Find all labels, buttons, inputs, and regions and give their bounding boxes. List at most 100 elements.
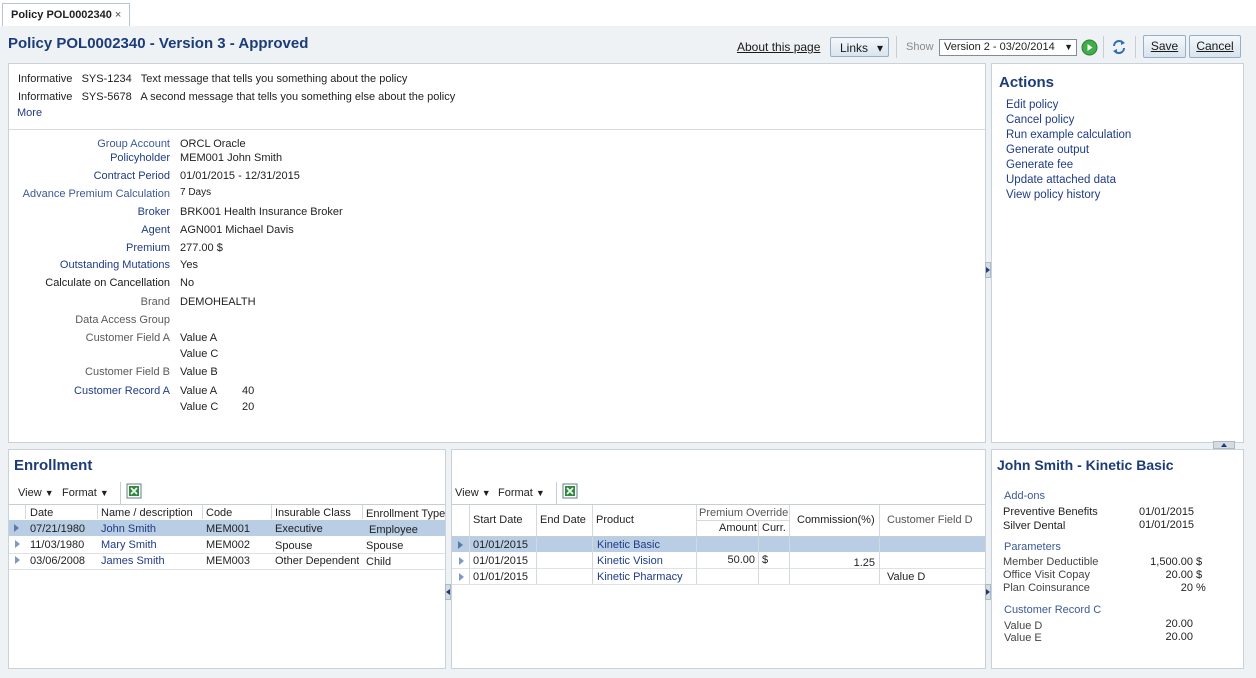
tab-close-icon[interactable]: ×	[115, 9, 121, 21]
show-label: Show	[906, 41, 934, 53]
col-header-customer-field-d[interactable]: Customer Field D	[887, 514, 973, 526]
refresh-icon[interactable]	[1110, 38, 1128, 56]
col-header-product[interactable]: Product	[596, 514, 634, 526]
premium-label[interactable]: Premium	[10, 242, 170, 254]
param-name: Office Visit Copay	[1003, 569, 1091, 581]
divider	[789, 537, 790, 584]
row-expand-icon[interactable]	[459, 573, 464, 581]
calculate-cancellation-label: Calculate on Cancellation	[45, 277, 170, 289]
message-level: Informative	[18, 73, 73, 85]
view-label: View	[18, 487, 42, 499]
enrollment-name-link[interactable]: James Smith	[101, 555, 165, 567]
col-header-amount[interactable]: Amount	[719, 522, 757, 534]
divider	[271, 505, 272, 519]
record-c-value: 20.00	[1165, 618, 1193, 630]
message-code: SYS-5678	[81, 91, 132, 103]
enrollment-class: Spouse	[275, 540, 313, 552]
calculate-cancellation-value: No	[180, 277, 195, 289]
cancel-button[interactable]: Cancel	[1189, 35, 1241, 58]
contract-period-label[interactable]: Contract Period	[10, 170, 170, 182]
action-view-policy-history[interactable]: View policy history	[1006, 189, 1100, 201]
save-button[interactable]: Save	[1143, 35, 1186, 58]
param-value: 20	[1180, 582, 1193, 594]
customer-record-a-key: Value A	[180, 385, 218, 397]
agent-value: AGN001 Michael Davis	[180, 224, 294, 236]
page-title: Policy POL0002340 - Version 3 - Approved	[8, 35, 309, 52]
product-link[interactable]: Kinetic Vision	[597, 555, 663, 567]
enrollment-name-link[interactable]: John Smith	[101, 523, 156, 535]
enrollment-code: MEM003	[206, 555, 251, 567]
col-header-name[interactable]: Name / description	[101, 507, 193, 519]
enrollment-class: Executive	[275, 523, 323, 535]
tab-policy[interactable]: Policy POL0002340 ×	[2, 3, 131, 26]
action-edit-policy[interactable]: Edit policy	[1006, 99, 1058, 111]
param-name: Plan Coinsurance	[1003, 582, 1090, 594]
record-c-name: Value D	[1004, 620, 1043, 632]
broker-label[interactable]: Broker	[10, 206, 170, 218]
divider	[592, 537, 593, 584]
version-select[interactable]: Version 2 - 03/20/2014 ▼	[939, 39, 1077, 56]
col-header-start-date[interactable]: Start Date	[473, 514, 523, 526]
chevron-down-icon: ▼	[99, 488, 109, 498]
enrollment-title: Enrollment	[14, 457, 93, 474]
col-header-code[interactable]: Code	[206, 507, 232, 519]
products-view-menu[interactable]: View ▼	[455, 487, 491, 499]
outstanding-mutations-label[interactable]: Outstanding Mutations	[10, 259, 170, 271]
row-expand-icon[interactable]	[15, 556, 20, 564]
customer-record-a-key: Value C	[180, 401, 219, 413]
format-label: Format	[498, 487, 533, 499]
product-customer-field-d: Value D	[887, 571, 926, 583]
group-account-label[interactable]: Group Account	[10, 138, 170, 150]
action-cancel-policy[interactable]: Cancel policy	[1006, 114, 1074, 126]
row-expand-icon[interactable]	[14, 524, 19, 532]
parameters-label: Parameters	[1004, 541, 1061, 553]
enrollment-view-menu[interactable]: View ▼	[18, 487, 54, 499]
export-excel-icon[interactable]	[562, 483, 578, 499]
action-generate-output[interactable]: Generate output	[1006, 144, 1089, 156]
policyholder-label[interactable]: Policyholder	[10, 152, 170, 164]
about-page-link[interactable]: About this page	[737, 40, 820, 54]
action-generate-fee[interactable]: Generate fee	[1006, 159, 1073, 171]
product-link[interactable]: Kinetic Pharmacy	[597, 571, 683, 583]
customer-field-a-value: Value C	[180, 348, 219, 360]
action-update-attached-data[interactable]: Update attached data	[1006, 174, 1116, 186]
row-expand-icon[interactable]	[459, 557, 464, 565]
product-amount: 50.00	[727, 554, 755, 566]
divider	[758, 537, 759, 584]
message-text: Text message that tells you something ab…	[140, 73, 408, 85]
enrollment-format-menu[interactable]: Format ▼	[62, 487, 109, 499]
param-unit: $	[1196, 569, 1203, 581]
table-row[interactable]	[452, 537, 985, 552]
param-value: 20.00	[1165, 569, 1193, 581]
detail-title: John Smith - Kinetic Basic	[997, 457, 1174, 473]
enrollment-type: Child	[366, 556, 392, 568]
enrollment-name-link[interactable]: Mary Smith	[101, 539, 157, 551]
go-play-icon[interactable]	[1081, 39, 1098, 56]
more-link[interactable]: More	[17, 107, 42, 119]
divider	[469, 537, 470, 584]
col-header-insurable-class[interactable]: Insurable Class	[275, 507, 351, 519]
param-unit: %	[1196, 582, 1206, 594]
divider	[536, 537, 537, 584]
customer-record-a-label[interactable]: Customer Record A	[10, 385, 170, 397]
col-header-end-date[interactable]: End Date	[540, 514, 586, 526]
agent-label[interactable]: Agent	[10, 224, 170, 236]
advance-premium-label[interactable]: Advance Premium Calculation	[10, 188, 170, 200]
chevron-down-icon: ▼	[481, 488, 491, 498]
divider	[1135, 36, 1136, 58]
export-excel-icon[interactable]	[126, 483, 142, 499]
links-button[interactable]: Links ▾	[830, 37, 889, 57]
action-run-calculation[interactable]: Run example calculation	[1006, 129, 1131, 141]
row-expand-icon[interactable]	[458, 541, 463, 549]
col-header-enrollment-type[interactable]: Enrollment Type	[366, 508, 445, 520]
col-header-commission[interactable]: Commission(%)	[797, 514, 875, 526]
products-format-menu[interactable]: Format ▼	[498, 487, 545, 499]
product-link[interactable]: Kinetic Basic	[597, 539, 660, 551]
col-header-date[interactable]: Date	[30, 507, 53, 519]
premium-value: 277.00 $	[180, 242, 223, 254]
col-header-currency[interactable]: Curr.	[762, 522, 786, 534]
row-expand-icon[interactable]	[15, 540, 20, 548]
premium-amount: 277.00	[180, 242, 214, 254]
divider	[452, 504, 985, 505]
collapse-up-handle[interactable]	[1213, 441, 1235, 449]
